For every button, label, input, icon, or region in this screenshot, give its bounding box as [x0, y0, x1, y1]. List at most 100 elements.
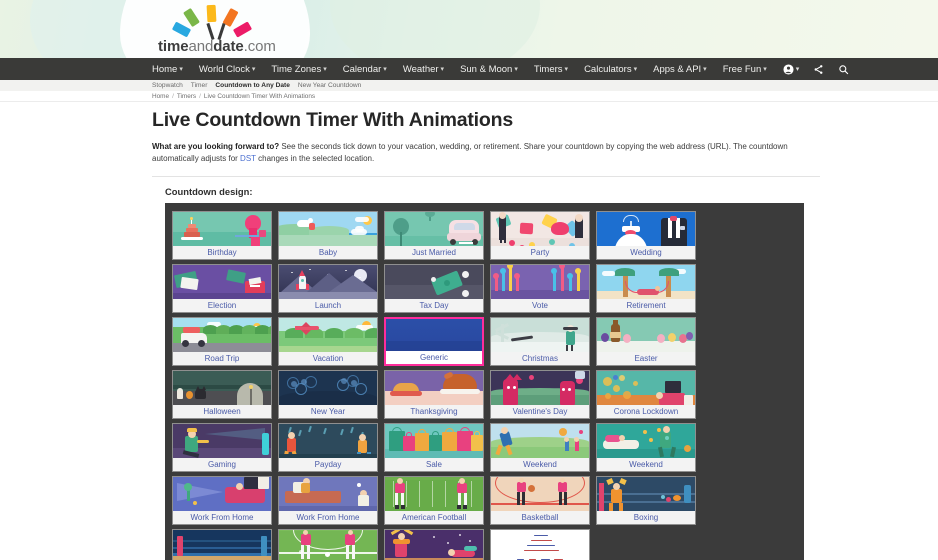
design-tile-vacation[interactable]: Vacation: [278, 316, 378, 366]
design-tile-valentines[interactable]: Valentine's Day: [490, 369, 590, 419]
scene-shape: [501, 426, 508, 434]
nav-item-sun-moon[interactable]: Sun & Moon ▾: [460, 64, 518, 75]
nav-item-calendar[interactable]: Calendar ▾: [343, 64, 387, 75]
scene-shape: [173, 546, 271, 549]
design-tile-textonly[interactable]: Text Only: [490, 528, 590, 560]
design-tile-wrestling[interactable]: Wrestling: [384, 528, 484, 560]
countdown-design-picker: Birthday Baby Just Married Party Wedding Elec…: [165, 202, 804, 560]
scene-shape: [386, 340, 482, 351]
scene-shape: [659, 267, 679, 276]
design-tile-fight[interactable]: Fight: [172, 528, 272, 560]
design-tile-wfh2[interactable]: Work From Home: [278, 475, 378, 525]
scene-shape: [613, 384, 620, 392]
scene-shape: [610, 331, 621, 338]
design-tile-newyear[interactable]: New Year: [278, 369, 378, 419]
scene-shape: [173, 555, 271, 560]
scene-shape: [406, 480, 408, 507]
subnav-item-timer[interactable]: Timer: [191, 82, 208, 89]
design-tile-halloween[interactable]: Halloween: [172, 369, 272, 419]
nav-item-apps-api[interactable]: Apps & API ▾: [653, 64, 707, 75]
design-tile-weekend1[interactable]: Weekend: [490, 422, 590, 472]
nav-item-time-zones[interactable]: Time Zones ▾: [271, 64, 326, 75]
scene-shape: [684, 444, 691, 452]
content-divider: [152, 175, 820, 177]
design-tile-election[interactable]: Election: [172, 263, 272, 313]
subnav-item-new-year-countdown[interactable]: New Year Countdown: [298, 82, 361, 89]
design-tile-party[interactable]: Party: [490, 210, 590, 260]
scene-shape: [445, 427, 454, 433]
subnav-item-countdown-to-any-date[interactable]: Countdown to Any Date: [215, 82, 289, 89]
design-tile-sale[interactable]: Sale: [384, 422, 484, 472]
design-tile-thanksgiving[interactable]: Thanksgiving: [384, 369, 484, 419]
chevron-down-icon: ▾: [323, 66, 327, 73]
design-tile-roadtrip[interactable]: Road Trip: [172, 316, 272, 366]
scene-shape: [560, 477, 565, 483]
design-tile-launch[interactable]: Launch: [278, 263, 378, 313]
design-thumbnail-justmarried: [385, 211, 483, 246]
scene-shape: [244, 476, 259, 489]
breadcrumb-item[interactable]: Home: [152, 93, 169, 100]
design-thumbnail-vote: [491, 264, 589, 299]
nav-item-weather[interactable]: Weather ▾: [403, 64, 444, 75]
account-icon[interactable]: ▾: [783, 63, 799, 75]
design-tile-christmas[interactable]: Christmas: [490, 316, 590, 366]
scene-shape: [351, 544, 355, 559]
site-logo[interactable]: timeanddate.com: [158, 3, 276, 55]
scene-shape: [516, 276, 519, 291]
search-icon[interactable]: [838, 64, 849, 75]
dst-link[interactable]: DST: [240, 154, 256, 163]
design-tile-wedding[interactable]: Wedding: [596, 210, 696, 260]
design-tile-baby[interactable]: Baby: [278, 210, 378, 260]
logo-chevron-icon: [205, 23, 227, 38]
design-tile-retirement[interactable]: Retirement: [596, 263, 696, 313]
scene-shape: [657, 427, 661, 432]
nav-item-world-clock[interactable]: World Clock ▾: [199, 64, 256, 75]
nav-item-calculators[interactable]: Calculators ▾: [584, 64, 637, 75]
scene-shape: [613, 482, 620, 490]
design-tile-corona[interactable]: Corona Lockdown: [596, 369, 696, 419]
design-tile-amfootball[interactable]: American Football: [384, 475, 484, 525]
breadcrumb-item[interactable]: Timers: [177, 93, 196, 100]
design-tile-payday[interactable]: Payday: [278, 422, 378, 472]
scene-shape: [177, 387, 183, 399]
design-tile-wfh1[interactable]: Work From Home: [172, 475, 272, 525]
scene-shape: [185, 435, 198, 452]
design-tile-justmarried[interactable]: Just Married: [384, 210, 484, 260]
scene-shape: [569, 242, 575, 246]
design-tile-football[interactable]: Football: [278, 528, 378, 560]
nav-item-free-fun[interactable]: Free Fun ▾: [723, 64, 767, 75]
scene-shape: [301, 378, 307, 385]
design-thumbnail-amfootball: [385, 476, 483, 511]
design-tile-gaming[interactable]: Gaming: [172, 422, 272, 472]
nav-item-label: Calculators: [584, 63, 632, 75]
design-tile-taxday[interactable]: Tax Day: [384, 263, 484, 313]
design-tile-birthday[interactable]: Birthday: [172, 210, 272, 260]
scene-shape: [655, 285, 660, 291]
subnav-item-stopwatch[interactable]: Stopwatch: [152, 82, 183, 89]
design-tile-weekend2[interactable]: Weekend: [596, 422, 696, 472]
scene-shape: [403, 435, 415, 451]
scene-shape: [205, 427, 265, 440]
design-tile-generic[interactable]: Generic: [384, 316, 484, 366]
scene-shape: [519, 222, 534, 235]
scene-shape: [309, 226, 349, 236]
design-tile-label: Work From Home: [279, 510, 377, 524]
share-icon[interactable]: [813, 64, 824, 75]
scene-shape: [262, 432, 269, 455]
nav-item-home[interactable]: Home ▾: [152, 64, 183, 75]
scene-shape: [663, 425, 670, 433]
scene-shape: [528, 484, 535, 492]
design-tile-boxing[interactable]: Boxing: [596, 475, 696, 525]
design-tile-label: Halloween: [173, 404, 271, 418]
design-tile-basketball[interactable]: Basketball: [490, 475, 590, 525]
nav-item-timers[interactable]: Timers ▾: [534, 64, 568, 75]
chevron-down-icon: ▾: [440, 66, 445, 73]
scene-shape: [491, 503, 589, 505]
design-tile-easter[interactable]: Easter: [596, 316, 696, 366]
scene-shape: [301, 329, 311, 335]
design-thumbnail-football: [279, 529, 377, 560]
design-thumbnail-wedding: [597, 211, 695, 246]
scene-shape: [398, 532, 405, 540]
design-tile-vote[interactable]: Vote: [490, 263, 590, 313]
nav-item-label: Sun & Moon: [460, 63, 513, 75]
